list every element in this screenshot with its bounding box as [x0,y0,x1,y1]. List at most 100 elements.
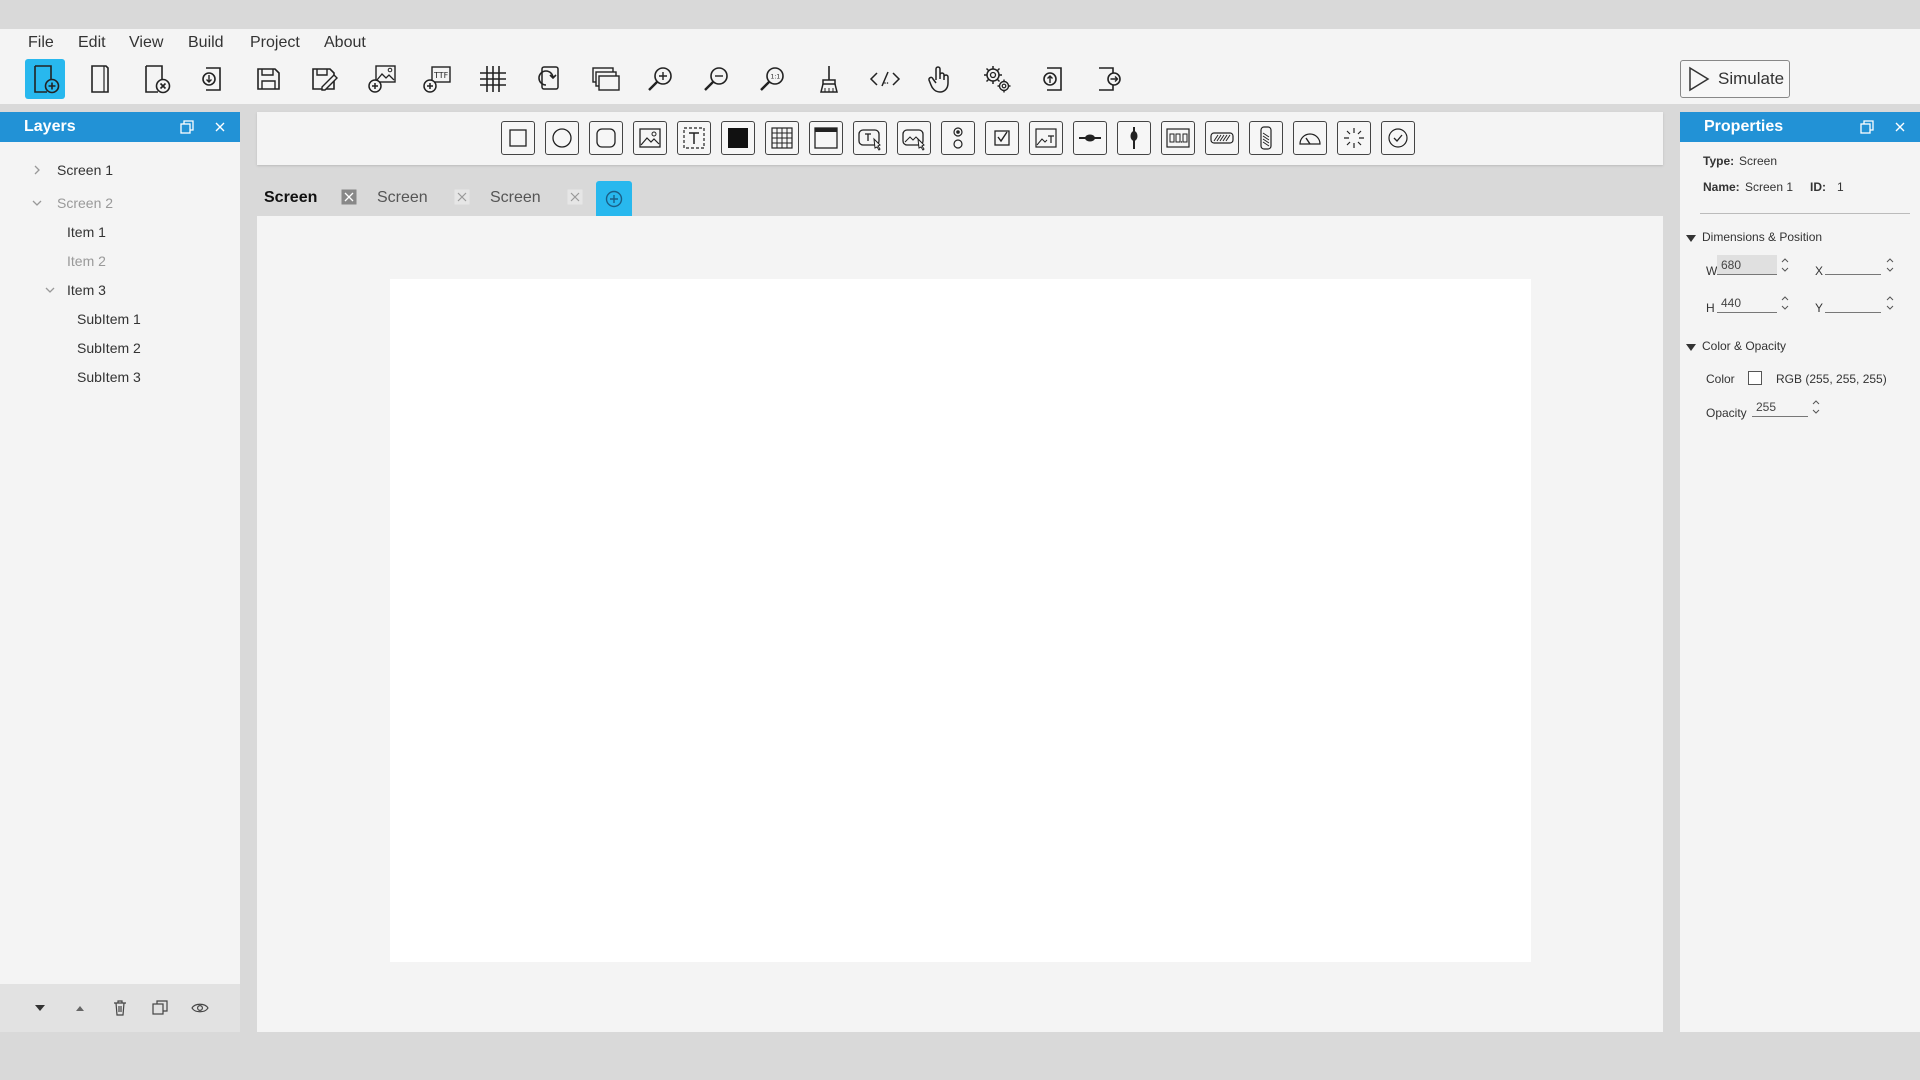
chevron-right-icon[interactable] [31,164,43,176]
collapse-triangle-icon[interactable] [1686,235,1696,242]
touch-button[interactable] [919,59,959,99]
y-stepper-icon[interactable] [1885,293,1895,313]
y-input[interactable] [1825,293,1881,313]
opacity-stepper-icon[interactable] [1811,397,1821,417]
move-up-icon[interactable] [71,999,89,1017]
close-icon[interactable] [212,119,228,135]
close-icon[interactable] [1892,119,1908,135]
palette-image[interactable] [633,121,667,155]
chevron-down-icon[interactable] [31,197,43,209]
tree-item-item-1[interactable]: Item 1 [67,221,106,243]
upload-button[interactable] [1033,59,1073,99]
palette-gauge[interactable] [1293,121,1327,155]
tree-item-item-3[interactable]: Item 3 [67,279,106,301]
palette-progress-bar[interactable] [1205,121,1239,155]
code-button[interactable] [865,59,905,99]
zoom-in-button[interactable] [641,59,681,99]
zoom-out-button[interactable] [697,59,737,99]
tab-screen-3[interactable]: Screen 3 [490,181,541,240]
palette-filled-rect[interactable] [721,121,755,155]
new-page-button[interactable] [80,59,120,99]
tree-item-item-2[interactable]: Item 2 [67,250,106,272]
settings-button[interactable] [977,59,1017,99]
delete-icon[interactable] [111,999,129,1017]
grid-button[interactable] [473,59,513,99]
palette-text-button[interactable] [853,121,887,155]
menu-about[interactable]: About [320,29,370,59]
palette-image-text[interactable] [1029,121,1063,155]
import-button[interactable] [192,59,232,99]
layers-stack-button[interactable] [585,59,625,99]
add-screen-tab-button[interactable] [596,181,632,216]
move-down-icon[interactable] [31,999,49,1017]
width-stepper-icon[interactable] [1780,255,1790,275]
clean-button[interactable] [809,59,849,99]
image-button-icon [902,129,925,151]
menu-file[interactable]: File [24,29,58,59]
palette-vertical-slider[interactable] [1117,121,1151,155]
screen-preview[interactable] [390,279,1531,962]
eye-icon[interactable] [191,999,209,1017]
chevron-down-icon[interactable] [44,284,56,296]
palette-rectangle[interactable] [501,121,535,155]
save-button[interactable] [248,59,288,99]
save-as-button[interactable] [304,59,344,99]
palette-table[interactable] [765,121,799,155]
palette-radio[interactable] [941,121,975,155]
palette-text[interactable] [677,121,711,155]
menu-build[interactable]: Build [184,29,228,59]
layers-footer [0,984,240,1032]
tree-item-screen-1[interactable]: Screen 1 [57,159,113,181]
palette-image-button[interactable] [897,121,931,155]
x-input[interactable] [1825,255,1881,275]
palette-checkbox[interactable] [985,121,1019,155]
height-stepper-icon[interactable] [1780,293,1790,313]
x-stepper-icon[interactable] [1885,255,1895,275]
tab-screen-2[interactable]: Screen 2 [377,181,428,240]
tree-item-subitem-2[interactable]: SubItem 2 [77,337,141,359]
duplicate-icon[interactable] [151,999,169,1017]
palette-digits[interactable] [1161,121,1195,155]
opacity-input[interactable]: 255 [1752,397,1808,417]
tree-item-subitem-1[interactable]: SubItem 1 [77,308,141,330]
color-value: RGB (255, 255, 255) [1776,372,1887,386]
add-image-button[interactable] [362,59,402,99]
palette-circle[interactable] [545,121,579,155]
color-section-header[interactable]: Color & Opacity [1702,339,1786,353]
palette-rounded-rect[interactable] [589,121,623,155]
tab-close-icon[interactable] [567,189,583,205]
height-input[interactable]: 440 [1717,293,1777,313]
design-canvas[interactable] [257,216,1663,1032]
width-input[interactable]: 680 [1717,255,1777,275]
tree-item-screen-2[interactable]: Screen 2 [57,192,113,214]
menu-project[interactable]: Project [246,29,304,59]
save-icon [257,68,280,90]
menu-view[interactable]: View [125,29,167,59]
tab-close-icon[interactable] [341,189,357,205]
simulate-button[interactable]: Simulate [1680,60,1790,98]
tree-item-subitem-3[interactable]: SubItem 3 [77,366,141,388]
rotate-button[interactable] [529,59,569,99]
undock-icon[interactable] [179,119,195,135]
export-button[interactable] [1089,59,1129,99]
add-image-icon [368,65,396,93]
delete-screen-button[interactable] [136,59,176,99]
palette-spinner[interactable] [1337,121,1371,155]
widget-palette [257,112,1663,165]
tab-screen-1[interactable]: Screen 1 [264,181,317,240]
dimensions-section-header[interactable]: Dimensions & Position [1702,230,1822,244]
color-swatch[interactable] [1748,371,1762,385]
add-font-button[interactable]: TTF [417,59,457,99]
layers-stack-icon [592,67,620,91]
undock-icon[interactable] [1859,119,1875,135]
new-screen-button[interactable] [25,59,65,99]
zoom-fit-button[interactable]: 1:1 [753,59,793,99]
import-icon [202,67,221,91]
menu-edit[interactable]: Edit [74,29,110,59]
palette-vertical-progress[interactable] [1249,121,1283,155]
tab-close-icon[interactable] [454,189,470,205]
collapse-triangle-icon[interactable] [1686,344,1696,351]
palette-horizontal-slider[interactable] [1073,121,1107,155]
palette-window[interactable] [809,121,843,155]
palette-clock[interactable] [1381,121,1415,155]
